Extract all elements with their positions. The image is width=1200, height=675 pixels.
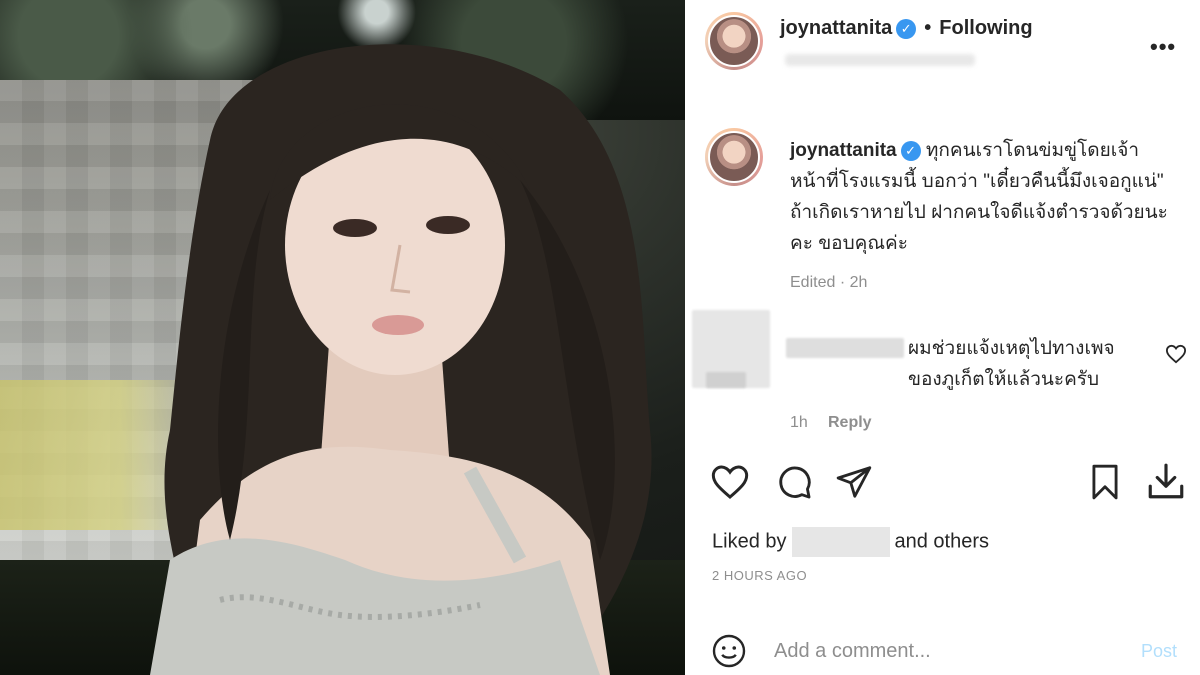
blurred-location <box>785 54 975 66</box>
caption-username[interactable]: joynattanita <box>790 140 897 161</box>
share-icon[interactable] <box>835 463 873 501</box>
post-header: joynattanita ✓ • Following <box>780 17 1033 40</box>
header-username[interactable]: joynattanita <box>780 17 892 39</box>
comment-input[interactable]: Add a comment... <box>774 640 931 663</box>
liker-name-blurred[interactable] <box>791 527 890 557</box>
separator-dot: • <box>924 17 932 39</box>
comment-like-icon[interactable] <box>1165 344 1187 364</box>
comment-time: 1h <box>790 414 808 431</box>
caption-meta: Edited · 2h <box>790 274 868 291</box>
post-photo[interactable] <box>0 0 685 675</box>
reply-button[interactable]: Reply <box>828 414 872 432</box>
emoji-icon[interactable] <box>711 633 747 669</box>
header-avatar[interactable] <box>705 12 763 70</box>
comment-avatar-part <box>706 372 746 388</box>
liked-by-suffix[interactable]: and others <box>895 530 990 552</box>
comment-text: ผมช่วยแจ้งเหตุไปทางเพจของภูเก็ตให้แล้วนะ… <box>908 338 1115 390</box>
caption: joynattanita ✓ ทุกคนเราโดนข่มขู่โดยเจ้าหน… <box>790 135 1180 259</box>
post-timestamp: 2 HOURS AGO <box>712 568 808 583</box>
post-button[interactable]: Post <box>1141 641 1177 662</box>
heart-icon[interactable] <box>710 463 750 501</box>
verified-icon: ✓ <box>896 19 917 39</box>
bookmark-icon[interactable] <box>1088 463 1122 501</box>
following-button[interactable]: Following <box>939 17 1032 39</box>
more-options-icon[interactable]: ••• <box>1150 34 1176 60</box>
caption-avatar[interactable] <box>705 128 763 186</box>
verified-icon: ✓ <box>900 141 921 161</box>
liked-by: Liked by and others <box>712 527 989 557</box>
comment-icon[interactable] <box>775 463 813 501</box>
liked-by-prefix: Liked by <box>712 530 787 553</box>
download-icon[interactable] <box>1145 460 1187 502</box>
person-portrait <box>150 44 652 675</box>
